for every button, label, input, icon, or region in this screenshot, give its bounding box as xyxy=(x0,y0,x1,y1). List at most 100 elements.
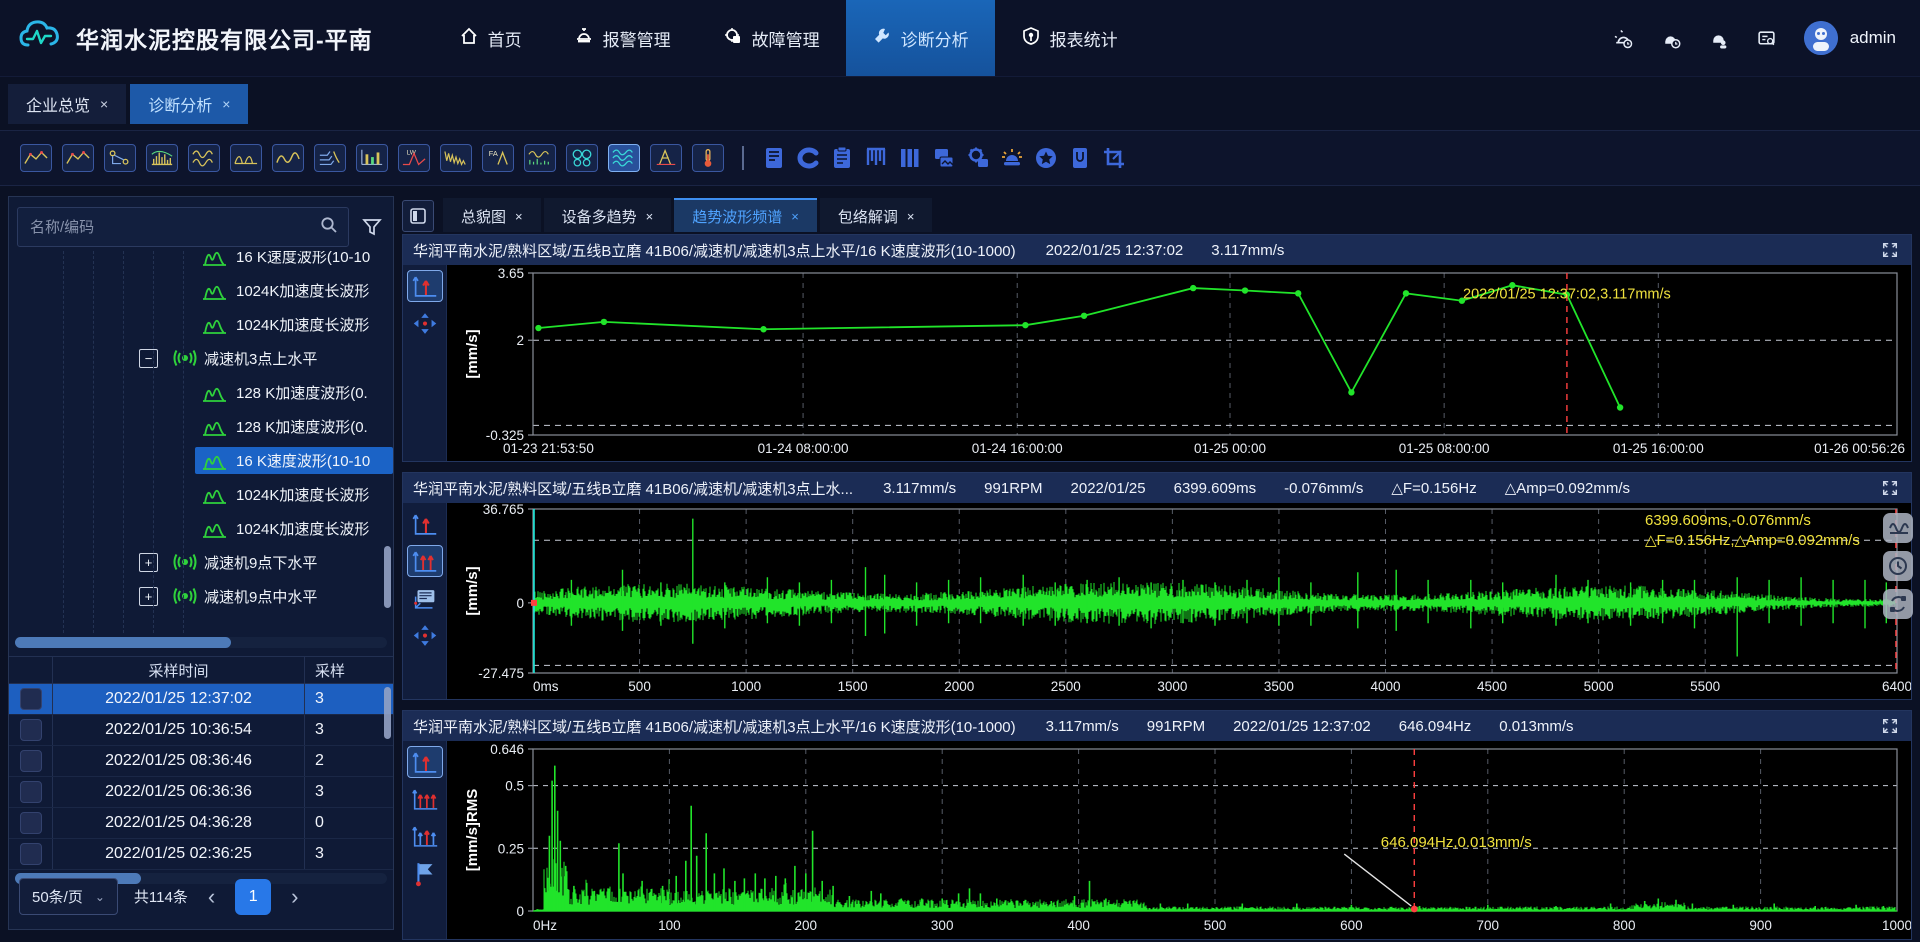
search-icon[interactable] xyxy=(320,216,338,239)
tree-leaf-128 K加速度波形(0.[interactable]: 128 K加速度波形(0. xyxy=(9,409,393,443)
twin-spectrum-icon[interactable] xyxy=(230,144,262,172)
multi-trend-icon[interactable] xyxy=(62,144,94,172)
tree-expander-icon[interactable]: − xyxy=(139,349,158,368)
chart-canvas-2[interactable]: 36.7650-27.475[mm/s]0ms50010001500200025… xyxy=(447,503,1911,699)
fullscreen-icon[interactable] xyxy=(1879,239,1901,261)
report-clipboard-icon[interactable] xyxy=(828,145,855,171)
table-row[interactable]: 2022/01/25 06:36:363 xyxy=(9,777,393,808)
cursor-double-icon[interactable] xyxy=(407,545,443,577)
data-server-icon[interactable] xyxy=(760,145,787,171)
thermometer-icon[interactable] xyxy=(692,144,724,172)
view-tab-总貌图[interactable]: 总貌图× xyxy=(443,198,541,232)
table-row[interactable]: 2022/01/25 10:36:543 xyxy=(9,715,393,746)
waveform-pair-icon[interactable] xyxy=(272,144,304,172)
tree-hscrollbar[interactable] xyxy=(15,637,387,648)
route-analysis-icon[interactable] xyxy=(104,144,136,172)
tree-vscrollbar[interactable] xyxy=(384,546,391,608)
close-icon[interactable]: × xyxy=(791,209,799,224)
wave-spectrum-icon[interactable] xyxy=(524,144,556,172)
view-tab-趋势波形频谱[interactable]: 趋势波形频谱× xyxy=(674,198,817,232)
note-icon[interactable] xyxy=(407,582,443,614)
report-search-icon[interactable] xyxy=(1756,27,1778,49)
next-page-button[interactable]: › xyxy=(287,886,302,908)
tree-node-减速机3点上水平[interactable]: −减速机3点上水平 xyxy=(9,341,393,375)
comb-filter-icon[interactable] xyxy=(862,145,889,171)
table-vscrollbar[interactable] xyxy=(384,687,391,739)
cursor-single-icon[interactable] xyxy=(407,746,443,778)
avatar[interactable] xyxy=(1804,21,1838,55)
tree-leaf-1024K加速度长波形[interactable]: 1024K加速度长波形 xyxy=(9,273,393,307)
dual-waveform-icon[interactable] xyxy=(188,144,220,172)
tree-leaf-1024K加速度长波形[interactable]: 1024K加速度长波形 xyxy=(9,477,393,511)
bar-chart-icon[interactable] xyxy=(356,144,388,172)
bookmark-doc-icon[interactable] xyxy=(1066,145,1093,171)
fa-spectrum-icon[interactable]: FA xyxy=(482,144,514,172)
view-tab-包络解调[interactable]: 包络解调× xyxy=(820,198,933,232)
menu-item-报警管理[interactable]: 报警管理 xyxy=(548,0,697,76)
tree-leaf-1024K加速度长波形[interactable]: 1024K加速度长波形 xyxy=(9,307,393,341)
filter-icon[interactable] xyxy=(359,214,385,240)
table-row[interactable]: 2022/01/25 02:36:253 xyxy=(9,839,393,870)
collapse-sidebar-button[interactable] xyxy=(402,200,434,232)
fullscreen-icon[interactable] xyxy=(1879,715,1901,737)
decay-spectrum-icon[interactable] xyxy=(440,144,472,172)
close-icon[interactable]: × xyxy=(907,209,915,224)
chart-canvas-1[interactable]: 3.652-0.325[mm/s]01-23 21:53:5001-24 08:… xyxy=(447,265,1911,461)
trend-chart-icon[interactable] xyxy=(20,144,52,172)
menu-item-诊断分析[interactable]: 诊断分析 xyxy=(846,0,995,76)
tree-expander-icon[interactable]: + xyxy=(139,587,158,606)
image-copy-icon[interactable] xyxy=(930,145,957,171)
alarm-clock-icon[interactable] xyxy=(1612,27,1634,49)
table-row[interactable]: 2022/01/25 12:37:023 xyxy=(9,684,393,715)
cursor-single-icon[interactable] xyxy=(407,270,443,302)
page-size-select[interactable]: 50条/页 ⌄ xyxy=(19,878,118,915)
table-row[interactable]: 2022/01/25 04:36:280 xyxy=(9,808,393,839)
tree-node-减速机9点下水平[interactable]: +减速机9点下水平 xyxy=(9,545,393,579)
menu-item-故障管理[interactable]: 故障管理 xyxy=(697,0,846,76)
move-icon[interactable] xyxy=(407,307,443,339)
alarm-timer-icon[interactable] xyxy=(1660,27,1682,49)
link-sync-button[interactable] xyxy=(1883,589,1913,619)
alarm-lamp-icon[interactable] xyxy=(998,145,1025,171)
data-cache-icon[interactable] xyxy=(794,145,821,171)
star-badge-icon[interactable] xyxy=(1032,145,1059,171)
tree-leaf-1024K加速度长波形[interactable]: 1024K加速度长波形 xyxy=(9,511,393,545)
cursor-single-icon[interactable] xyxy=(407,508,443,540)
menu-item-报表统计[interactable]: 报表统计 xyxy=(995,0,1144,76)
current-page-button[interactable]: 1 xyxy=(235,879,271,915)
row-checkbox[interactable] xyxy=(20,812,42,834)
column-list-icon[interactable] xyxy=(896,145,923,171)
chart-canvas-3[interactable]: 0.6460.50.250[mm/s]RMS0Hz100200300400500… xyxy=(447,741,1911,939)
search-input[interactable] xyxy=(28,218,320,237)
row-checkbox[interactable] xyxy=(20,719,42,741)
tree-node-减速机9点中水平[interactable]: +减速机9点中水平 xyxy=(9,579,393,613)
view-tab-设备多趋势[interactable]: 设备多趋势× xyxy=(544,198,672,232)
move-icon[interactable] xyxy=(407,619,443,651)
orbit-plot-icon[interactable] xyxy=(566,144,598,172)
cursor-sideband-icon[interactable] xyxy=(407,820,443,852)
tree-expander-icon[interactable]: + xyxy=(139,553,158,572)
row-checkbox[interactable] xyxy=(20,688,42,710)
compass-plot-icon[interactable] xyxy=(650,144,682,172)
trend-wave-spectrum-icon[interactable] xyxy=(608,144,640,172)
close-icon[interactable]: × xyxy=(515,209,523,224)
username[interactable]: admin xyxy=(1850,28,1896,48)
history-button[interactable] xyxy=(1883,551,1913,581)
crop-edit-icon[interactable] xyxy=(1100,145,1127,171)
page-tab-诊断分析[interactable]: 诊断分析× xyxy=(130,84,248,124)
close-icon[interactable]: × xyxy=(646,209,654,224)
prev-page-button[interactable]: ‹ xyxy=(204,886,219,908)
gear-config-icon[interactable] xyxy=(964,145,991,171)
menu-item-首页[interactable]: 首页 xyxy=(433,0,548,76)
tree-leaf-128 K加速度波形(0.[interactable]: 128 K加速度波形(0. xyxy=(9,375,393,409)
row-checkbox[interactable] xyxy=(20,781,42,803)
fullscreen-icon[interactable] xyxy=(1879,477,1901,499)
waveform-view-button[interactable] xyxy=(1883,513,1913,543)
page-tab-企业总览[interactable]: 企业总览× xyxy=(8,84,126,124)
alarm-user-icon[interactable] xyxy=(1708,27,1730,49)
close-icon[interactable]: × xyxy=(100,96,108,112)
tree-leaf-16 K速度波形(10-10[interactable]: 16 K速度波形(10-10 xyxy=(9,443,393,477)
table-row[interactable]: 2022/01/25 08:36:462 xyxy=(9,746,393,777)
cursor-harmonic-icon[interactable] xyxy=(407,783,443,815)
row-checkbox[interactable] xyxy=(20,843,42,865)
